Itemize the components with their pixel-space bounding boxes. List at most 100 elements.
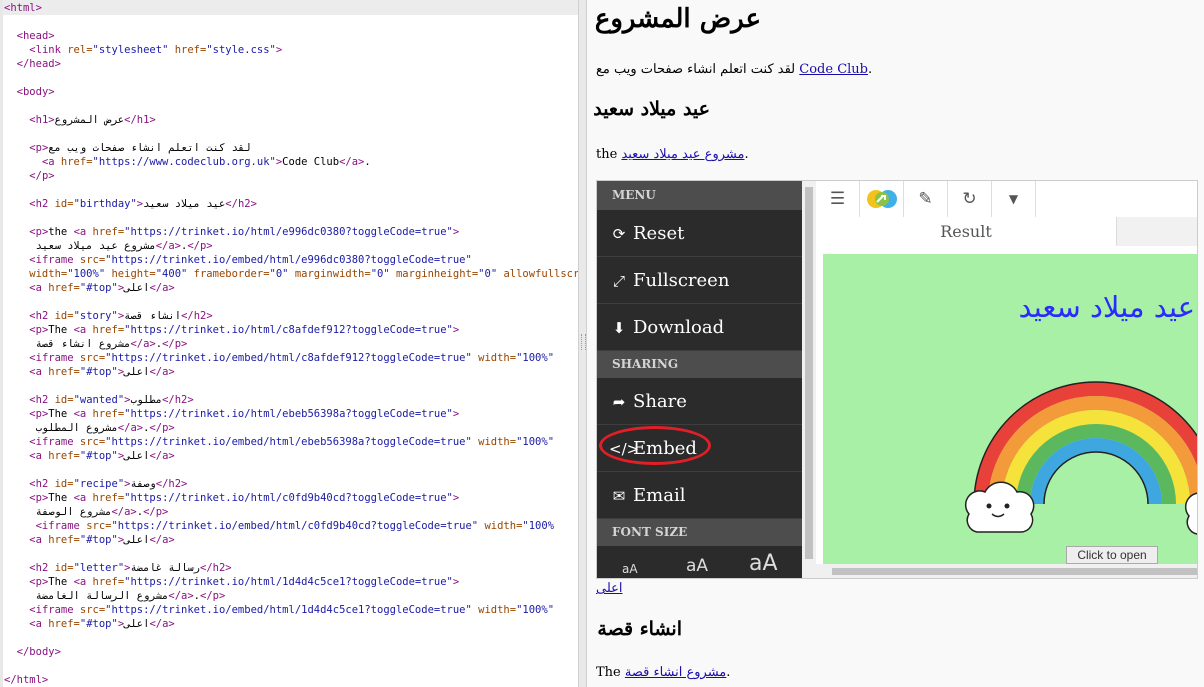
code-editor[interactable]: <html> <head> <link rel="stylesheet" hre… [0, 0, 578, 687]
code-token-text: مشروع الوصفة [4, 506, 112, 518]
active-line-highlight [0, 0, 578, 15]
code-token-attr: href= [48, 366, 80, 378]
code-line[interactable]: مشروع المطلوب</a>.</p> [4, 421, 175, 435]
code-line[interactable]: <html> [4, 1, 42, 15]
code-line[interactable]: <p>لقد كنت اتعلم انشاء صفحات ويب مع [4, 141, 250, 155]
click-to-open-button[interactable]: Click to open [1066, 546, 1158, 564]
code-line[interactable]: </html> [4, 673, 48, 687]
code-token-tag: </a> [168, 590, 194, 602]
code-line[interactable]: <p>the <a href="https://trinket.io/html/… [4, 225, 459, 239]
top-link[interactable]: اعلى [596, 581, 623, 596]
code-line[interactable]: <a href="https://www.codeclub.org.uk">Co… [4, 155, 371, 169]
code-line[interactable]: <h2 id="wanted">مطلوب</h2> [4, 393, 193, 407]
share-icon: ➦ [612, 393, 626, 411]
code-line[interactable]: <iframe src="https://trinket.io/embed/ht… [4, 351, 554, 365]
code-token-tag: <h2 [29, 198, 55, 210]
menu-item-embed[interactable]: </>Embed [597, 425, 802, 472]
embed-highlight-circle [599, 426, 711, 465]
code-club-link[interactable]: Code Club [799, 62, 868, 77]
code-line[interactable]: <a href="#top">اعلى</a> [4, 533, 174, 547]
download-label: Download [633, 317, 725, 338]
hamburger-menu-icon[interactable]: ☰ [816, 181, 860, 217]
code-token-val: "https://trinket.io/embed/html/c8afdef91… [105, 352, 472, 364]
menu-item-fullscreen[interactable]: ⤢ Fullscreen [597, 257, 802, 304]
code-token-tag: </h2> [181, 310, 213, 322]
code-token-text: The [48, 492, 74, 504]
code-token-tag: </p> [143, 506, 169, 518]
code-line[interactable]: <iframe src="https://trinket.io/embed/ht… [4, 435, 554, 449]
code-line[interactable]: <p>The <a href="https://trinket.io/html/… [4, 491, 459, 505]
code-token-tag: </a> [130, 338, 156, 350]
code-token-text: رسالة غامضة [130, 562, 201, 574]
birthday-prefix: the [596, 147, 622, 162]
code-line[interactable]: مشروع عيد ميلاد سعيد</a>.</p> [4, 239, 213, 253]
code-token-text: The [48, 576, 74, 588]
code-line[interactable]: مشروع الوصفة</a>.</p> [4, 505, 169, 519]
code-token-attr: id= [54, 478, 74, 490]
code-line[interactable]: <a href="#top">اعلى</a> [4, 617, 174, 631]
code-token-val: "0" [269, 268, 289, 280]
splitter-grip-icon[interactable] [581, 334, 586, 350]
trinket-embed[interactable]: MENU ⟳ Reset ⤢ Fullscreen ⬇ Download SHARIN… [596, 180, 1198, 579]
code-line[interactable]: <iframe src="https://trinket.io/embed/ht… [4, 253, 472, 267]
pane-splitter[interactable] [578, 0, 587, 687]
font-size-medium[interactable]: aA [686, 556, 708, 576]
trinket-logo-icon[interactable] [860, 181, 904, 217]
menu-item-download[interactable]: ⬇ Download [597, 304, 802, 351]
code-token-attr: width= [478, 520, 523, 532]
code-token-tag: > [452, 324, 460, 336]
code-line[interactable]: <h1>عرض المشروع</h1> [4, 113, 156, 127]
code-token-tag: <p> [29, 324, 49, 336]
code-line[interactable]: <link rel="stylesheet" href="style.css"> [4, 43, 282, 57]
code-line[interactable]: <p>The <a href="https://trinket.io/html/… [4, 407, 459, 421]
tab-result[interactable]: Result [816, 217, 1117, 246]
code-line[interactable]: <a href="#top">اعلى</a> [4, 281, 174, 295]
code-token-tag: <a [29, 450, 49, 462]
code-line[interactable]: </head> [4, 57, 61, 71]
story-project-link[interactable]: مشروع انشاء قصة [625, 665, 726, 680]
heading-story: انشاء قصة [597, 618, 682, 640]
result-title: عيد ميلاد سعيد [1018, 290, 1195, 324]
code-line[interactable]: <head> [4, 29, 55, 43]
menu-item-email[interactable]: ✉ Email [597, 472, 802, 519]
code-token-tag: </a> [149, 366, 175, 378]
pencil-icon[interactable]: ✎ [904, 181, 948, 217]
caret-down-icon[interactable]: ▼ [992, 181, 1036, 217]
code-line[interactable]: <p>The <a href="https://trinket.io/html/… [4, 323, 459, 337]
code-line[interactable]: <body> [4, 85, 55, 99]
code-token-text: اعلى [124, 282, 150, 294]
birthday-project-link[interactable]: مشروع عيد ميلاد سعيد [621, 147, 744, 162]
code-line[interactable]: <a href="#top">اعلى</a> [4, 449, 174, 463]
code-line[interactable]: <h2 id="recipe">وصفة</h2> [4, 477, 187, 491]
code-line[interactable]: <iframe src="https://trinket.io/embed/ht… [4, 603, 554, 617]
code-line[interactable]: <h2 id="letter">رسالة غامضة</h2> [4, 561, 231, 575]
code-line[interactable]: <h2 id="story">انشاء قصة</h2> [4, 309, 213, 323]
code-line[interactable]: <p>The <a href="https://trinket.io/html/… [4, 575, 459, 589]
code-token-attr: src= [79, 352, 106, 364]
code-token-val: "https://trinket.io/html/e996dc0380?togg… [124, 226, 453, 238]
code-line[interactable]: <h2 id="birthday">عيد ميلاد سعيد</h2> [4, 197, 257, 211]
font-size-large[interactable]: aA [749, 551, 778, 576]
menu-item-share[interactable]: ➦ Share [597, 378, 802, 425]
code-line[interactable]: width="100%" height="400" frameborder="0… [4, 267, 578, 281]
font-size-small[interactable]: aA [622, 562, 638, 576]
menu-scrollbar-thumb[interactable] [805, 187, 813, 559]
menu-scrollbar[interactable] [802, 181, 816, 578]
code-token-val: "style.css" [206, 44, 276, 56]
code-line[interactable]: مشروع انشاء قصة</a>.</p> [4, 337, 188, 351]
code-line[interactable]: </body> [4, 645, 61, 659]
result-horizontal-scrollbar[interactable] [816, 564, 1197, 578]
code-token-tag: </h1> [124, 114, 156, 126]
menu-item-reset[interactable]: ⟳ Reset [597, 210, 802, 257]
code-line[interactable]: <iframe src="https://trinket.io/embed/ht… [4, 519, 554, 533]
code-line[interactable]: </p> [4, 169, 54, 183]
code-token-text: اعلى [124, 366, 150, 378]
redo-icon[interactable]: ↻ [948, 181, 992, 217]
code-line[interactable]: مشروع الرسالة الغامضة</a>.</p> [4, 589, 226, 603]
result-scrollbar-thumb[interactable] [832, 568, 1197, 575]
code-line[interactable]: <a href="#top">اعلى</a> [4, 365, 175, 379]
